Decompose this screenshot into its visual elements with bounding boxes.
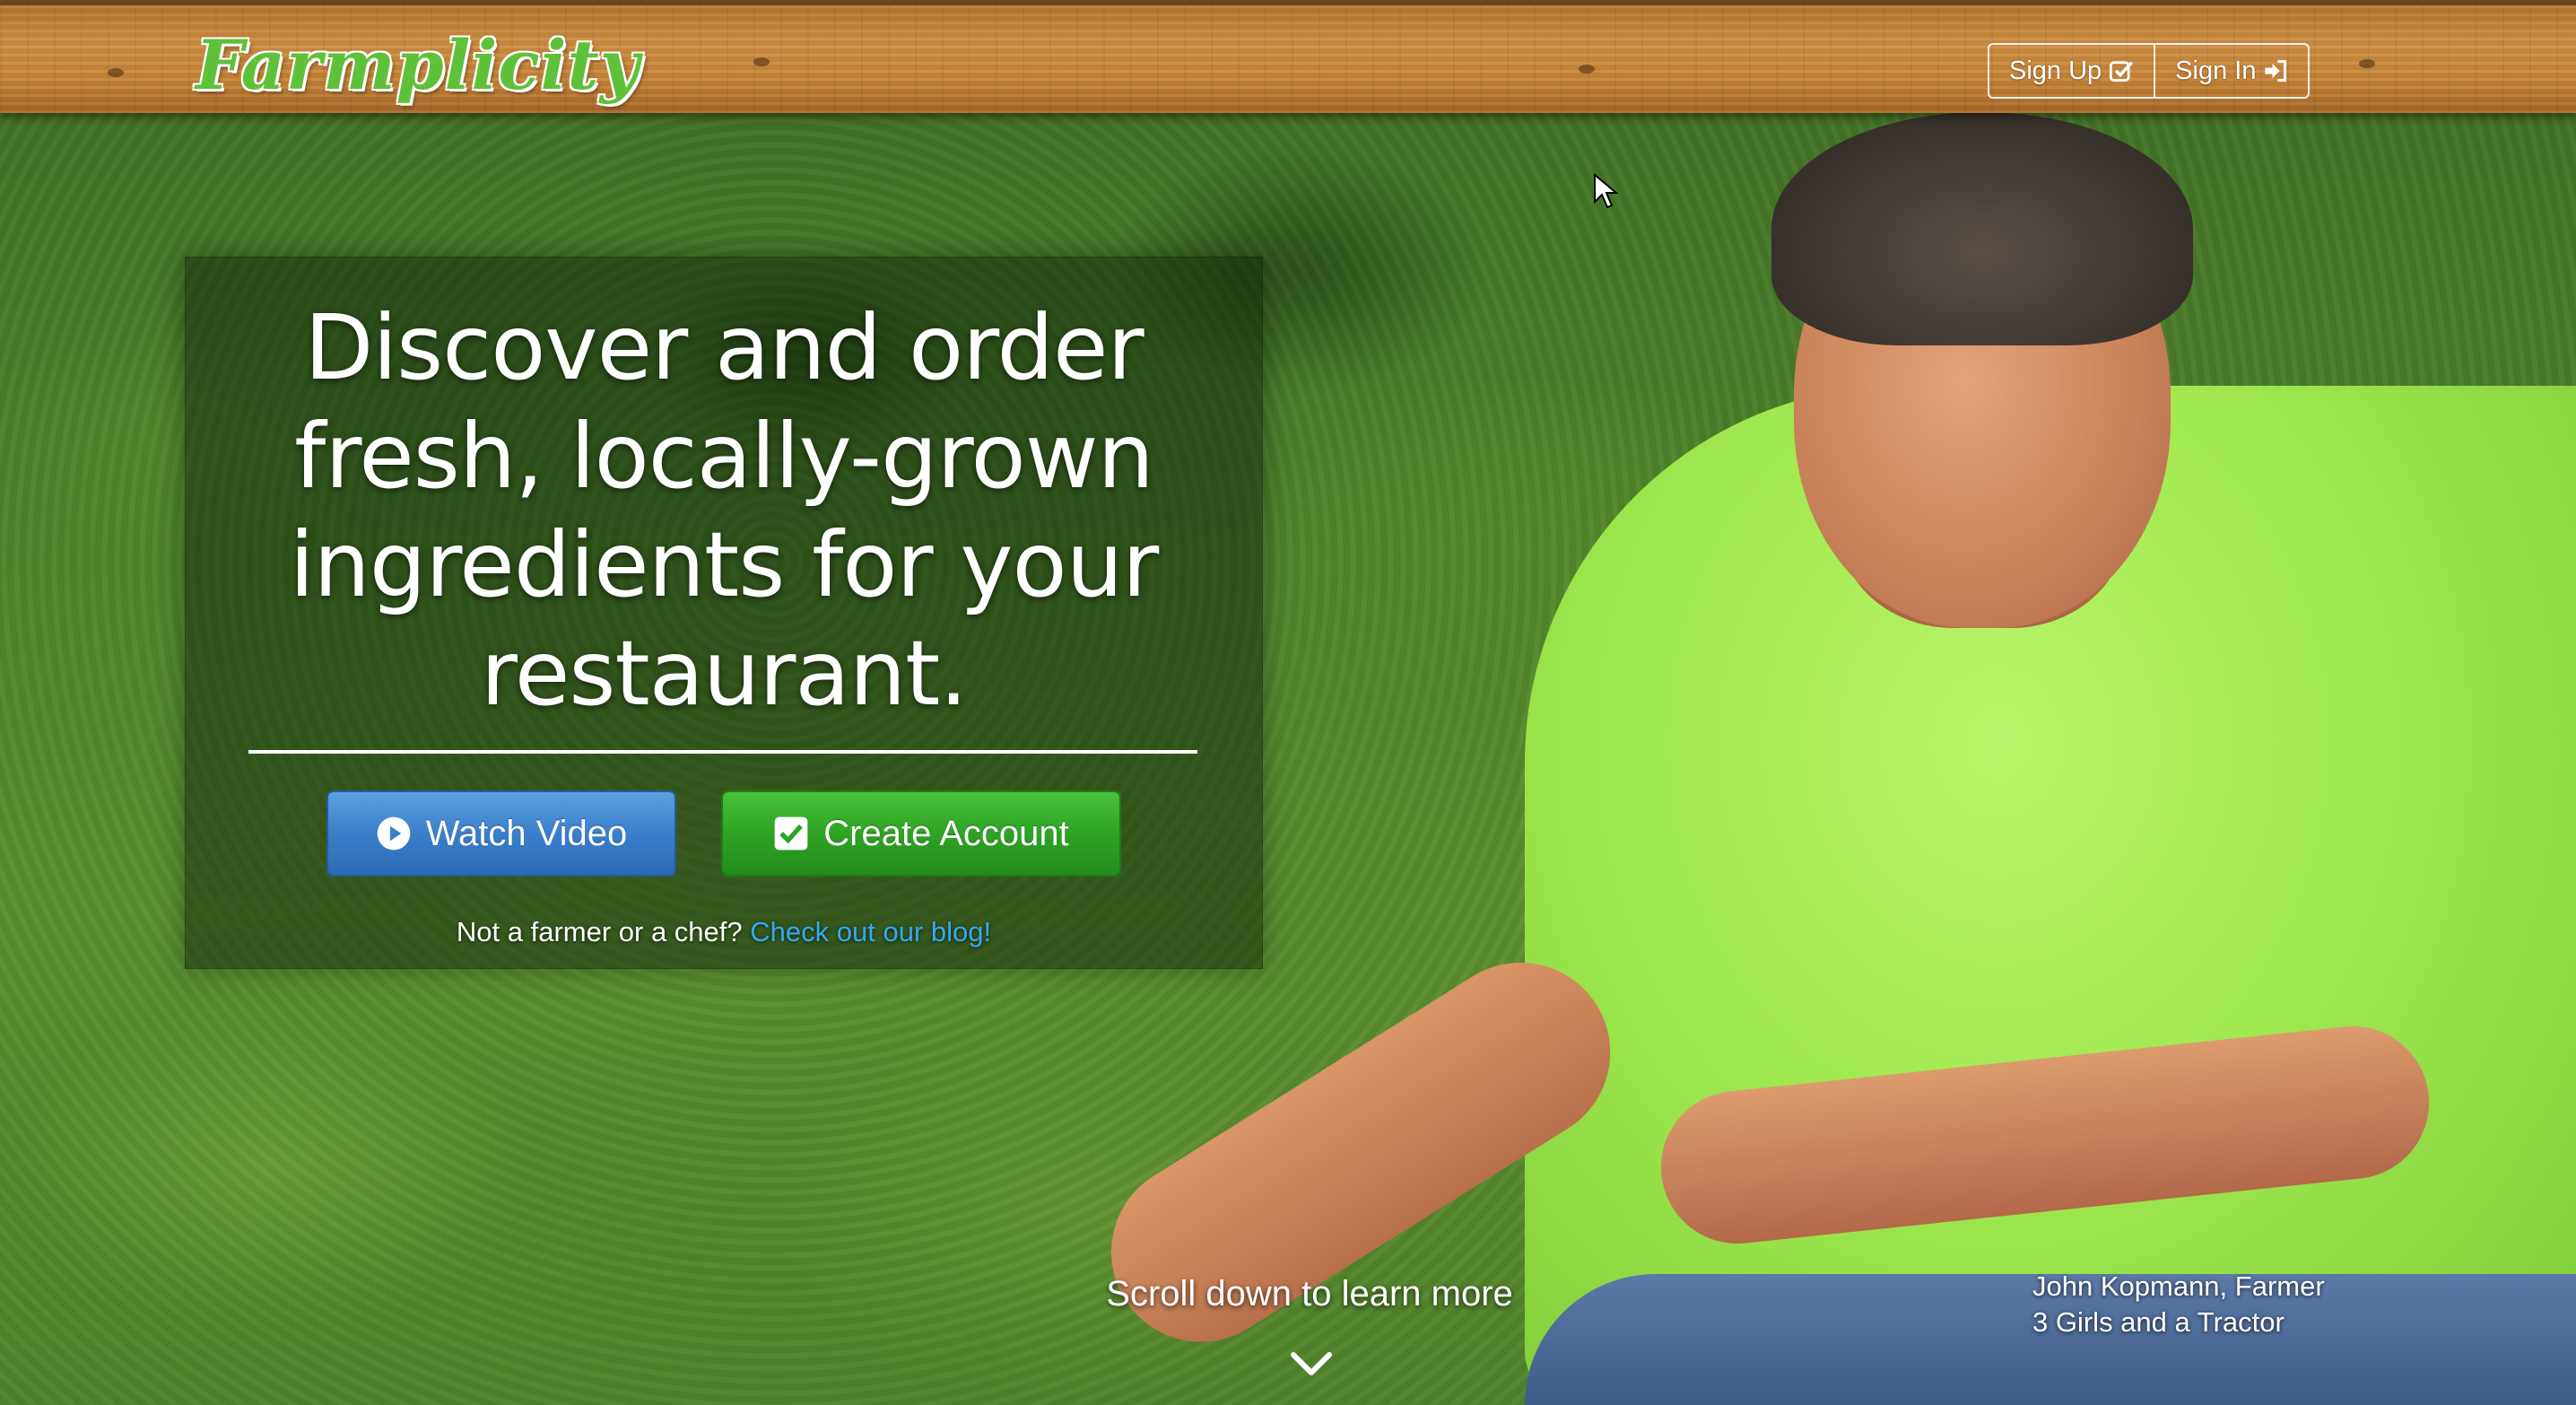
hero-divider [248, 750, 1197, 754]
farmer-hair [1771, 112, 2193, 345]
create-account-button[interactable]: Create Account [721, 790, 1121, 877]
create-account-label: Create Account [823, 813, 1069, 853]
sign-in-label: Sign In [2175, 56, 2257, 85]
blog-prompt-text: Not a farmer or a chef? [456, 916, 743, 947]
photo-caption: John Kopmann, Farmer 3 Girls and a Tract… [2032, 1269, 2325, 1340]
hero-headline: Discover and order fresh, locally-grown … [289, 295, 1159, 726]
hero-panel: Discover and order fresh, locally-grown … [185, 257, 1263, 969]
blog-prompt-line: Not a farmer or a chef? Check out our bl… [186, 916, 1262, 948]
top-navbar: Farmplicity Sign Up Sign In [0, 0, 2576, 113]
caption-name: John Kopmann, Farmer [2032, 1270, 2325, 1302]
play-circle-icon [377, 816, 411, 851]
mouse-cursor-icon [1594, 173, 1618, 209]
scroll-down-hint: Scroll down to learn more [1106, 1274, 1513, 1313]
watch-video-button[interactable]: Watch Video [326, 790, 676, 877]
sign-up-button[interactable]: Sign Up [1989, 45, 2154, 97]
watch-video-label: Watch Video [425, 813, 628, 853]
sign-up-label: Sign Up [2009, 56, 2102, 85]
blog-link[interactable]: Check out our blog! [750, 916, 991, 947]
farmplicity-logo[interactable]: Farmplicity [196, 25, 640, 106]
sign-in-button[interactable]: Sign In [2154, 45, 2308, 97]
check-square-icon [774, 816, 808, 851]
chevron-down-icon[interactable] [1290, 1348, 1333, 1380]
shirt-print [1858, 860, 2152, 997]
caption-farm: 3 Girls and a Tractor [2032, 1306, 2284, 1338]
sign-in-icon [2265, 59, 2287, 83]
check-square-icon [2110, 61, 2134, 82]
auth-button-group: Sign Up Sign In [1988, 43, 2311, 99]
